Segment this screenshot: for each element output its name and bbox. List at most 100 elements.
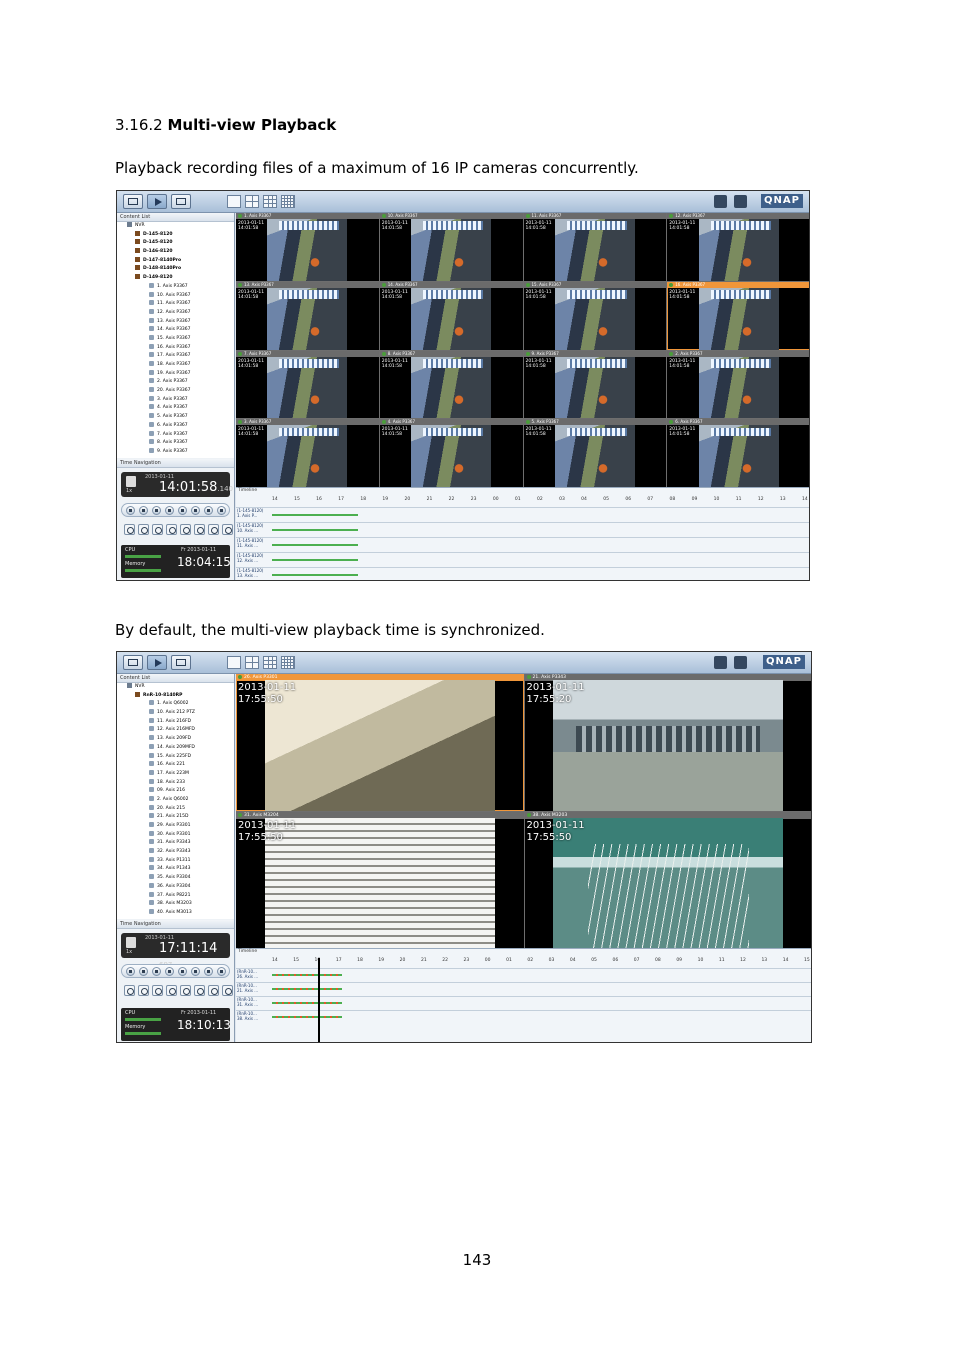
tree-server[interactable]: D-146-8120 bbox=[117, 248, 234, 257]
tree-camera-item[interactable]: 16. Axis P3367 bbox=[117, 343, 234, 353]
tree-camera-item[interactable]: 17. Axis 223M bbox=[117, 769, 234, 779]
tree-camera-item[interactable]: 09. Axis 216 bbox=[117, 787, 234, 796]
tree-camera-item[interactable]: 13. Axis 209FD bbox=[117, 735, 234, 744]
tree-camera-item[interactable]: 36. Axis P3304 bbox=[117, 882, 234, 892]
reverse-button[interactable] bbox=[152, 967, 161, 976]
video-cell[interactable]: 13. Axis P3367 2013-01-11 14:01:58 bbox=[236, 281, 379, 350]
zoom-in-icon[interactable] bbox=[180, 524, 191, 535]
video-cell[interactable]: 15. Axis P3367 2013-01-11 14:01:58 bbox=[523, 281, 667, 350]
rewind-button[interactable] bbox=[139, 967, 148, 976]
stop-button[interactable] bbox=[165, 506, 174, 515]
settings-mode-button[interactable] bbox=[171, 194, 191, 209]
settings-mode-button[interactable] bbox=[171, 655, 191, 670]
tree-camera-item[interactable]: 14. Axis 209MFD bbox=[117, 743, 234, 753]
tree-camera-item[interactable]: 37. Axis P8221 bbox=[117, 891, 234, 901]
timeline-row[interactable]: (RnR-10... 26. Axis ... bbox=[236, 968, 811, 982]
tree-camera-item[interactable]: 35. Axis P3304 bbox=[117, 874, 234, 883]
tree-server[interactable]: RnR-10-8140RP bbox=[117, 691, 234, 701]
timeline-row[interactable]: (RnR-10... 31. Axis ... bbox=[236, 996, 811, 1010]
timeline-row[interactable]: (RnR-10... 38. Axis ... bbox=[236, 1010, 811, 1024]
video-cell[interactable]: 9. Axis P3367 2013-01-11 14:01:58 bbox=[523, 350, 667, 419]
layout-9-button[interactable] bbox=[263, 195, 277, 208]
video-cell[interactable]: 12. Axis P3367 2013-01-11 14:01:58 bbox=[667, 213, 809, 281]
tree-camera-item[interactable]: 19. Axis P3367 bbox=[117, 369, 234, 379]
zoom-in-icon[interactable] bbox=[180, 985, 191, 996]
video-cell[interactable]: 14. Axis P3367 2013-01-11 14:01:58 bbox=[379, 281, 523, 350]
export-icon[interactable] bbox=[152, 985, 163, 996]
tree-camera-item[interactable]: 4. Axis P3367 bbox=[117, 404, 234, 413]
volume-button[interactable] bbox=[217, 967, 226, 976]
video-cell[interactable]: 10. Axis P3367 2013-01-11 14:01:58 bbox=[379, 213, 523, 281]
timeline-row[interactable]: (RnR-10... 21. Axis ... bbox=[236, 982, 811, 996]
info-icon[interactable] bbox=[714, 656, 727, 669]
tree-camera-item[interactable]: 8. Axis P3367 bbox=[117, 439, 234, 448]
skip-end-button[interactable] bbox=[204, 506, 213, 515]
tree-camera-item[interactable]: 11. Axis P3367 bbox=[117, 300, 234, 309]
video-cell[interactable]: 38. Axis M3203 2013-01-11 17:55:50 bbox=[524, 811, 811, 948]
video-cell[interactable]: 21. Axis P3343 2013-01-11 17:55:20 bbox=[524, 674, 811, 811]
search-marker-icon[interactable] bbox=[138, 985, 149, 996]
tree-camera-item[interactable]: 30. Axis P3301 bbox=[117, 830, 234, 840]
timeline-row[interactable]: (1-145-8120) 1. Axis P... bbox=[236, 507, 809, 522]
video-cell[interactable]: 16. Axis P3367 2013-01-11 14:01:58 bbox=[667, 281, 809, 350]
tree-camera-item[interactable]: 5. Axis P3367 bbox=[117, 413, 234, 422]
video-cell[interactable]: 11. Axis P3367 2013-01-11 14:01:58 bbox=[523, 213, 667, 281]
video-cell[interactable]: 8. Axis P3367 2013-01-11 14:01:58 bbox=[379, 350, 523, 419]
timeline-playhead[interactable] bbox=[317, 958, 320, 1042]
tree-camera-item[interactable]: 34. Axis P1343 bbox=[117, 865, 234, 874]
playback-mode-button[interactable] bbox=[147, 655, 167, 670]
playback-mode-button[interactable] bbox=[147, 194, 167, 209]
timeline-row[interactable]: (1-145-8120) 13. Axis ... bbox=[236, 567, 809, 580]
search-icon[interactable] bbox=[166, 985, 177, 996]
snapshot-icon[interactable] bbox=[208, 985, 219, 996]
tree-camera-item[interactable]: 15. Axis 225FD bbox=[117, 752, 234, 762]
user-icon[interactable] bbox=[734, 656, 747, 669]
skip-start-button[interactable] bbox=[126, 506, 135, 515]
tree-camera-item[interactable]: 10. Axis P3367 bbox=[117, 291, 234, 301]
reverse-button[interactable] bbox=[152, 506, 161, 515]
calendar-icon[interactable] bbox=[126, 476, 136, 487]
tree-camera-item[interactable]: 1. Axis Q6002 bbox=[117, 700, 234, 709]
tree-server[interactable]: D-145-8120 bbox=[117, 239, 234, 248]
layout-16-button[interactable] bbox=[281, 195, 295, 208]
tree-camera-item[interactable]: 2. Axis Q6002 bbox=[117, 795, 234, 805]
volume-button[interactable] bbox=[217, 506, 226, 515]
tree-camera-item[interactable]: 12. Axis 216MFD bbox=[117, 726, 234, 735]
tree-camera-item[interactable]: 29. Axis P3301 bbox=[117, 822, 234, 831]
search-marker-icon[interactable] bbox=[138, 524, 149, 535]
layout-1-button[interactable] bbox=[227, 656, 241, 669]
user-icon[interactable] bbox=[734, 195, 747, 208]
tree-root[interactable]: NVR bbox=[117, 683, 234, 692]
tree-camera-item[interactable]: 1. Axis P3367 bbox=[117, 282, 234, 292]
tree-camera-item[interactable]: 17. Axis P3367 bbox=[117, 352, 234, 361]
zoom-out-icon[interactable] bbox=[194, 985, 205, 996]
rewind-button[interactable] bbox=[139, 506, 148, 515]
video-cell[interactable]: 6. Axis P3367 2013-01-11 14:01:58 bbox=[667, 419, 809, 487]
layout-4-button[interactable] bbox=[245, 656, 259, 669]
marker-icon[interactable] bbox=[124, 985, 135, 996]
tree-camera-item[interactable]: 33. Axis P1311 bbox=[117, 856, 234, 866]
tree-camera-item[interactable]: 10. Axis 212 PTZ bbox=[117, 709, 234, 718]
snapshot-icon[interactable] bbox=[208, 524, 219, 535]
tree-camera-item[interactable]: 21. Axis 215D bbox=[117, 813, 234, 822]
grid-icon[interactable] bbox=[222, 985, 233, 996]
tree-camera-item[interactable]: 14. Axis P3367 bbox=[117, 326, 234, 335]
pause-button[interactable] bbox=[178, 967, 187, 976]
skip-end-button[interactable] bbox=[204, 967, 213, 976]
tree-camera-item[interactable]: 11. Axis 216FD bbox=[117, 717, 234, 727]
tree-server[interactable]: D-147-8140Pro bbox=[117, 256, 234, 266]
tree-camera-item[interactable]: 40. Axis M3013 bbox=[117, 908, 234, 918]
timeline-row[interactable]: (1-145-8120) 11. Axis ... bbox=[236, 537, 809, 552]
info-icon[interactable] bbox=[714, 195, 727, 208]
marker-icon[interactable] bbox=[124, 524, 135, 535]
tree-camera-item[interactable]: 16. Axis 221 bbox=[117, 761, 234, 770]
tree-camera-item[interactable]: 3. Axis P3367 bbox=[117, 395, 234, 405]
tree-server[interactable]: D-148-8140Pro bbox=[117, 265, 234, 274]
timeline-row[interactable]: (1-145-8120) 10. Axis ... bbox=[236, 522, 809, 537]
zoom-out-icon[interactable] bbox=[194, 524, 205, 535]
video-cell[interactable]: 7. Axis P3367 2013-01-11 14:01:58 bbox=[236, 350, 379, 419]
tree-camera-item[interactable]: 12. Axis P3367 bbox=[117, 308, 234, 318]
tree-camera-item[interactable]: 20. Axis P3367 bbox=[117, 387, 234, 396]
tree-camera-item[interactable]: 6. Axis P3367 bbox=[117, 421, 234, 431]
tree-camera-item[interactable]: 13. Axis P3367 bbox=[117, 317, 234, 327]
